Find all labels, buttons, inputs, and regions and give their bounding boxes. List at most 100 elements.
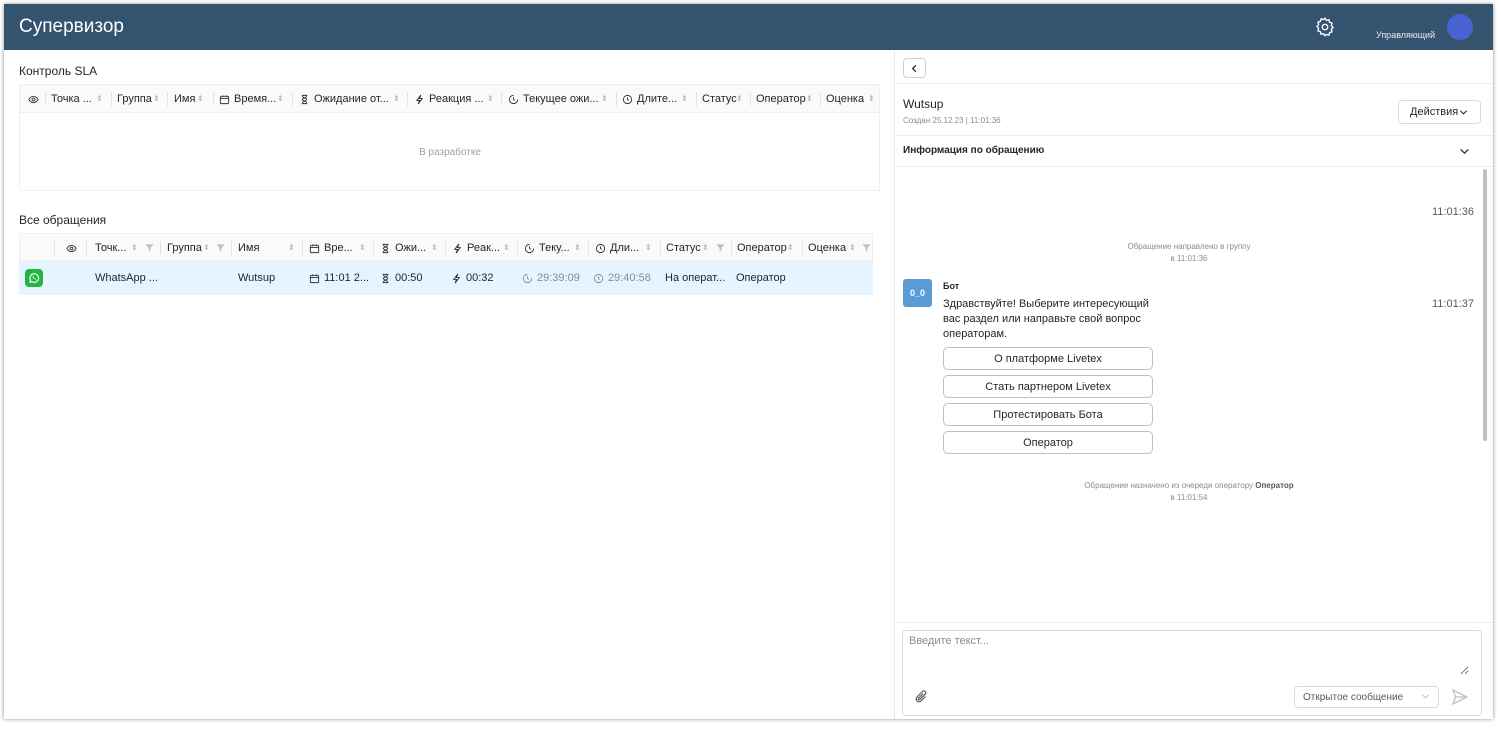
- col-current-wait[interactable]: Теку...: [519, 234, 570, 262]
- sort-icon[interactable]: ⬍: [487, 85, 494, 113]
- col-duration[interactable]: Дли...: [590, 234, 639, 262]
- current-wait-cell: 29:39:09: [522, 261, 580, 295]
- quick-reply-button[interactable]: Протестировать Бота: [943, 403, 1153, 426]
- col-operator[interactable]: Оператор: [732, 234, 787, 262]
- sla-col-status[interactable]: Статус: [697, 85, 737, 113]
- sort-icon[interactable]: ⬍: [503, 234, 510, 262]
- app-window: Супервизор Управляющий Контроль SLA Точк…: [4, 4, 1493, 719]
- send-icon[interactable]: [1451, 688, 1469, 706]
- filter-icon[interactable]: [716, 243, 725, 253]
- created-date: Создан 25.12.23 | 11:01:36: [903, 116, 1001, 125]
- sort-icon[interactable]: ⬍: [431, 234, 438, 262]
- col-rating[interactable]: Оценка: [803, 234, 846, 262]
- sla-col-time[interactable]: Время...: [214, 85, 276, 113]
- requests-table-header: Точк... ⬍ Группа ⬍ Имя ⬍ Вре... ⬍ Ожи...…: [19, 233, 873, 261]
- reaction-cell: 00:32: [451, 261, 494, 295]
- col-reaction[interactable]: Реак...: [447, 234, 500, 262]
- col-point[interactable]: Точк...: [90, 234, 126, 262]
- chevron-down-icon: [1421, 694, 1430, 699]
- sort-icon[interactable]: ⬍: [681, 85, 688, 113]
- message-timestamp: 11:01:37: [1432, 298, 1475, 310]
- sla-empty-text: В разработке: [419, 147, 481, 158]
- sla-table: Точка ... ⬍ Группа ⬍ Имя ⬍ Время... ⬍ Ож…: [19, 84, 880, 191]
- system-message: Обращение направлено в группу в 11:01:36: [1127, 242, 1251, 263]
- col-wait[interactable]: Ожи...: [375, 234, 426, 262]
- client-name: Wutsup: [903, 97, 944, 111]
- back-button[interactable]: [903, 58, 926, 78]
- sort-icon[interactable]: ⬍: [868, 85, 875, 113]
- clock-partial-icon: [524, 243, 535, 253]
- sort-icon[interactable]: ⬍: [288, 234, 295, 262]
- request-info-toggle[interactable]: Информация по обращению: [903, 145, 1044, 156]
- sort-icon[interactable]: ⬍: [574, 234, 581, 262]
- filter-icon[interactable]: [145, 243, 154, 253]
- hourglass-icon: [382, 273, 389, 283]
- chat-history[interactable]: 11:01:36 Обращение направлено в группу в…: [895, 167, 1493, 622]
- sla-col-name[interactable]: Имя: [169, 85, 195, 113]
- sort-icon[interactable]: ⬍: [197, 85, 204, 113]
- chevron-left-icon: [911, 64, 917, 72]
- sort-icon[interactable]: ⬍: [359, 234, 366, 262]
- sla-col-reaction[interactable]: Реакция ...: [409, 85, 484, 113]
- lightning-icon: [453, 243, 462, 253]
- col-name[interactable]: Имя: [233, 234, 259, 262]
- column-visibility[interactable]: [61, 234, 81, 262]
- quick-reply-button[interactable]: Оператор: [943, 431, 1153, 454]
- requests-table: Точк... ⬍ Группа ⬍ Имя ⬍ Вре... ⬍ Ожи...…: [19, 233, 875, 297]
- sort-icon[interactable]: ⬍: [849, 234, 856, 262]
- sort-icon[interactable]: ⬍: [131, 234, 138, 262]
- filter-icon[interactable]: [216, 243, 225, 253]
- wait-cell: 00:50: [380, 261, 423, 295]
- table-row[interactable]: WhatsApp ... Wutsup 11:01 2... 00:50 00:…: [19, 261, 873, 295]
- sort-icon[interactable]: ⬍: [153, 85, 160, 113]
- sort-icon[interactable]: ⬍: [601, 85, 608, 113]
- sla-col-rating[interactable]: Оценка: [821, 85, 864, 113]
- sort-icon[interactable]: ⬍: [702, 234, 709, 262]
- sort-icon[interactable]: ⬍: [787, 234, 794, 262]
- all-requests-title: Все обращения: [19, 213, 107, 227]
- sla-col-current-wait[interactable]: Текущее ожи...: [503, 85, 599, 113]
- sla-col-point[interactable]: Точка ...: [46, 85, 92, 113]
- filter-icon[interactable]: [862, 243, 871, 253]
- message-input[interactable]: [909, 635, 1469, 675]
- sort-icon[interactable]: ⬍: [96, 85, 103, 113]
- sort-icon[interactable]: ⬍: [806, 85, 813, 113]
- col-group[interactable]: Группа: [162, 234, 202, 262]
- message-timestamp: 11:01:36: [1432, 206, 1475, 218]
- hourglass-icon: [301, 94, 308, 104]
- col-status[interactable]: Статус: [661, 234, 701, 262]
- sla-col-group[interactable]: Группа: [112, 85, 152, 113]
- name-cell: Wutsup: [238, 272, 276, 284]
- top-bar: Супервизор Управляющий: [4, 4, 1493, 50]
- sort-icon[interactable]: ⬍: [203, 234, 210, 262]
- quick-reply-button[interactable]: О платформе Livetex: [943, 347, 1153, 370]
- sla-title: Контроль SLA: [19, 64, 98, 78]
- bot-avatar: 0_0: [903, 279, 932, 307]
- col-time[interactable]: Вре...: [304, 234, 353, 262]
- lightning-icon: [415, 94, 424, 104]
- sort-icon[interactable]: ⬍: [736, 85, 743, 113]
- eye-icon: [66, 244, 77, 252]
- sort-icon[interactable]: ⬍: [645, 234, 652, 262]
- duration-cell: 29:40:58: [593, 261, 651, 295]
- gear-icon[interactable]: [1314, 16, 1336, 38]
- system-message: Обращение назначено из очереди оператору…: [1084, 481, 1294, 502]
- actions-dropdown[interactable]: Действия: [1398, 100, 1481, 124]
- chevron-down-icon[interactable]: [1459, 146, 1470, 157]
- bot-message: Здравствуйте! Выберите интересующий вас …: [943, 298, 1149, 340]
- quick-reply-button[interactable]: Стать партнером Livetex: [943, 375, 1153, 398]
- time-cell: 11:01 2...: [309, 261, 369, 295]
- conversation-panel: Wutsup Создан 25.12.23 | 11:01:36 Действ…: [894, 50, 1493, 719]
- column-visibility[interactable]: [23, 85, 43, 113]
- chat-scrollbar[interactable]: [1483, 169, 1487, 441]
- sla-col-operator[interactable]: Оператор: [751, 85, 806, 113]
- sort-icon[interactable]: ⬍: [393, 85, 400, 113]
- sort-icon[interactable]: ⬍: [277, 85, 284, 113]
- hourglass-icon: [382, 243, 389, 253]
- calendar-icon: [309, 243, 320, 253]
- message-type-select[interactable]: Открытое сообщение: [1294, 686, 1439, 708]
- sla-col-duration[interactable]: Длите...: [617, 85, 677, 113]
- user-avatar[interactable]: [1447, 14, 1473, 40]
- sla-col-wait[interactable]: Ожидание от...: [294, 85, 389, 113]
- paperclip-icon[interactable]: [915, 689, 929, 705]
